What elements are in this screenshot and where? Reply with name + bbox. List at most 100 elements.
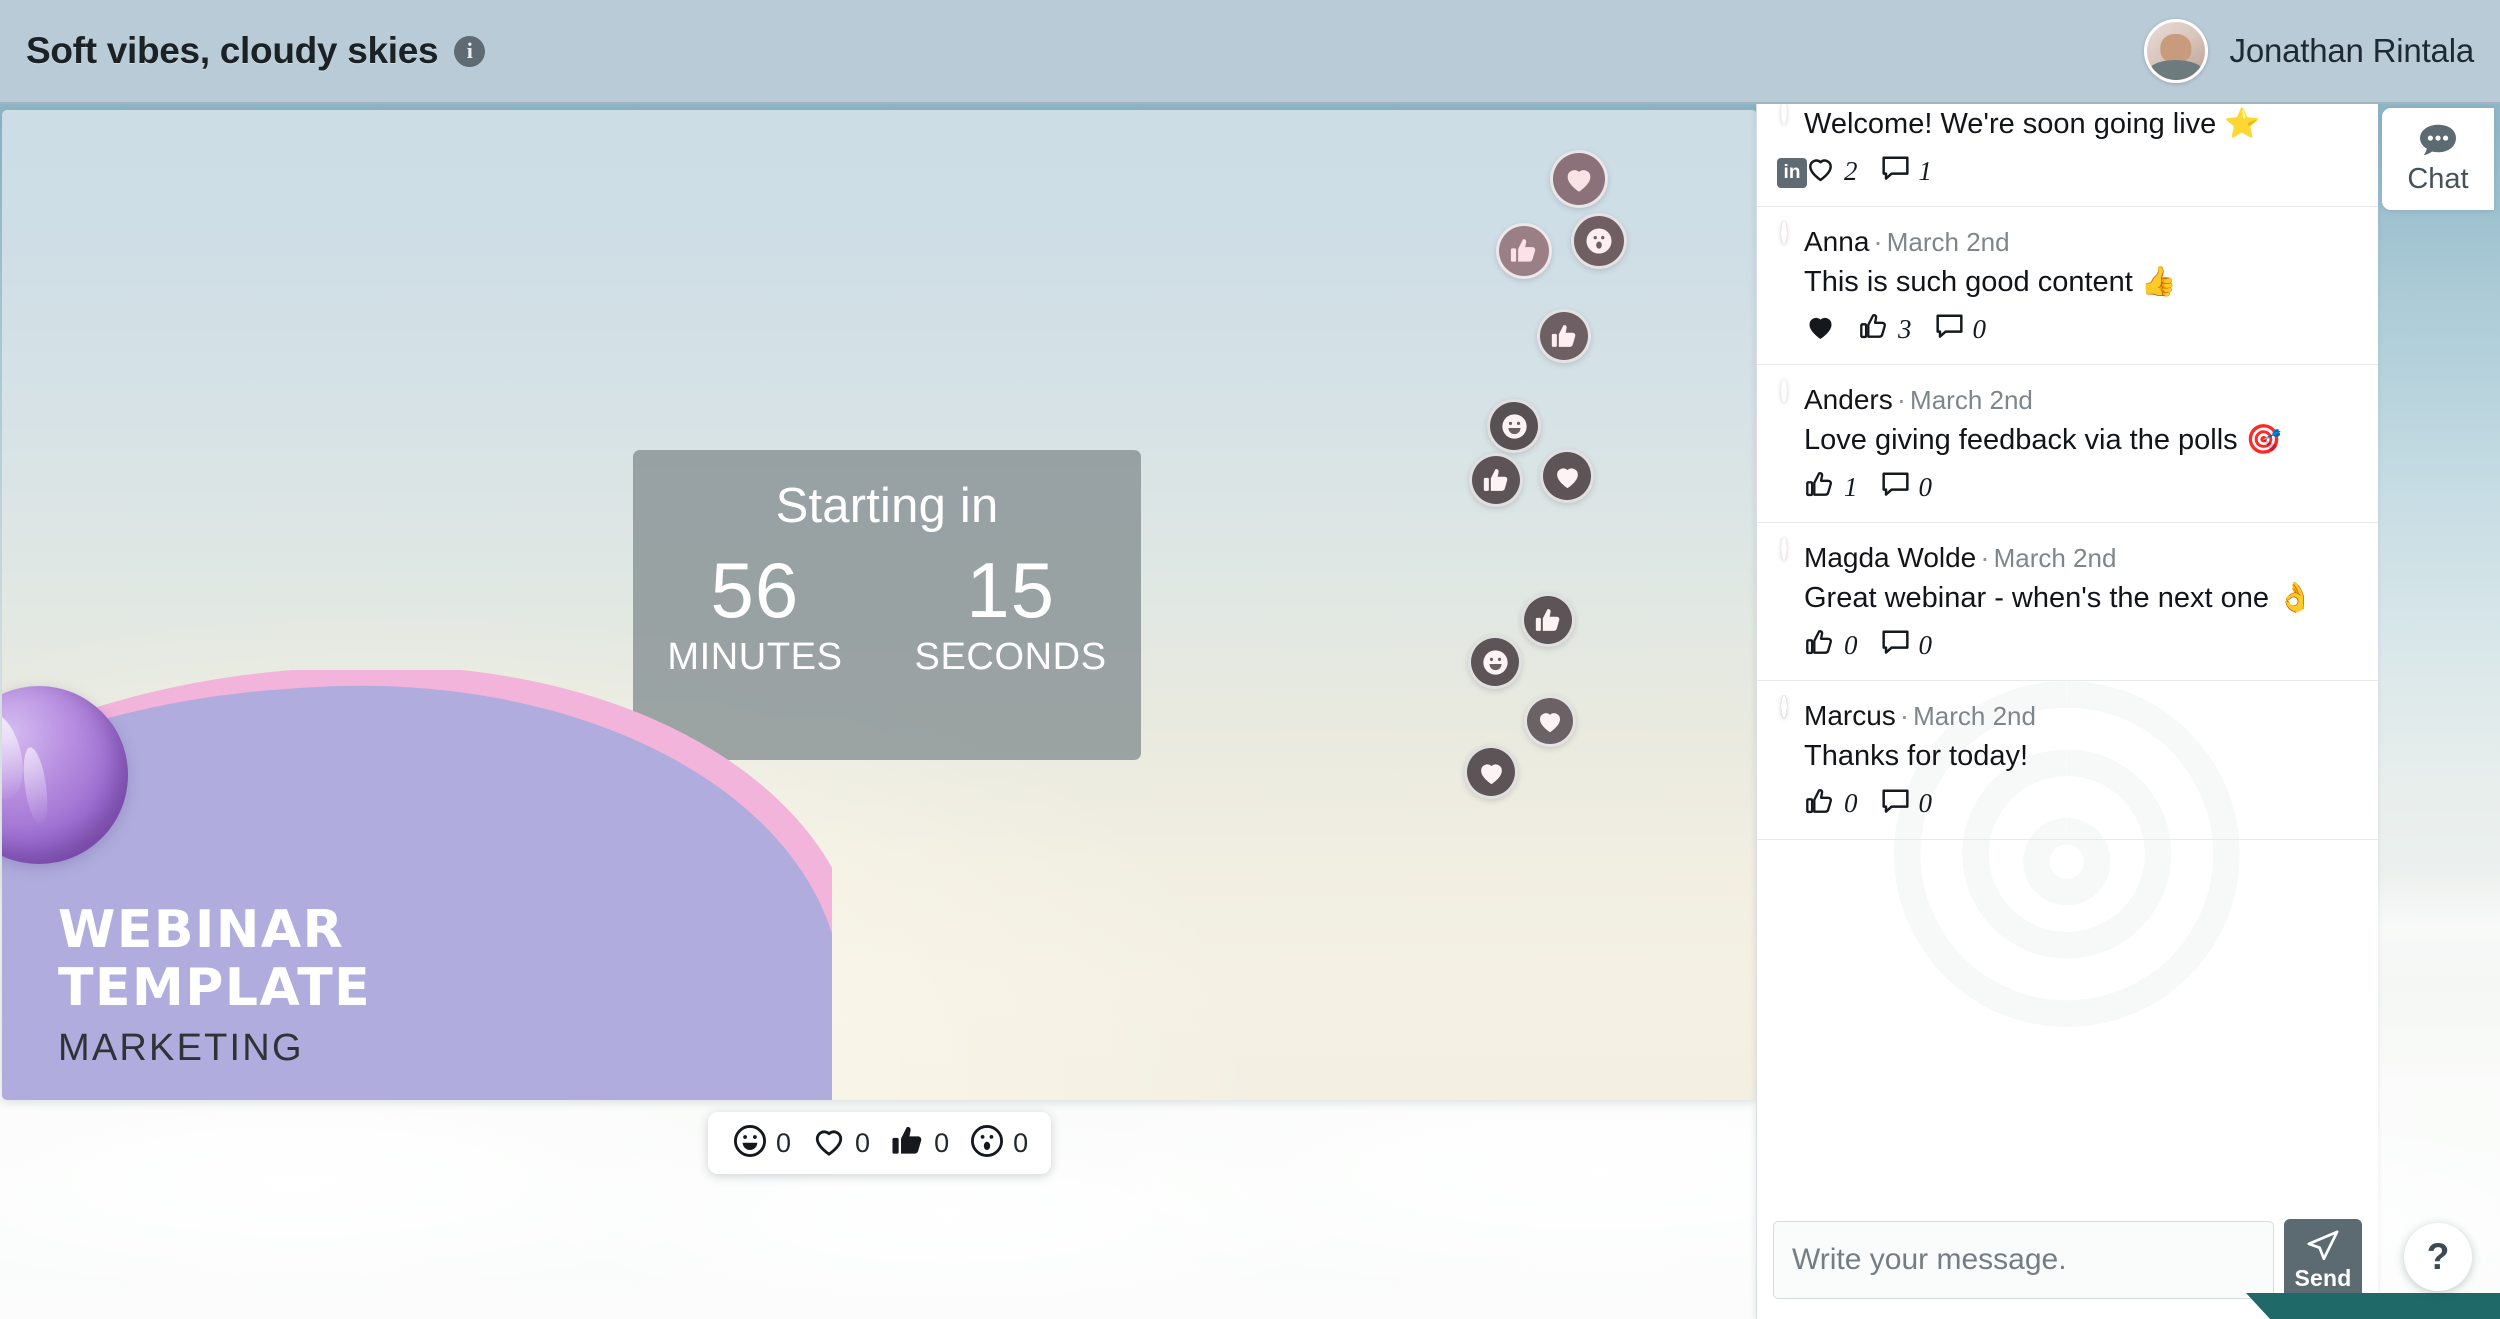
top-bar: Soft vibes, cloudy skies i Jonathan Rint… xyxy=(0,0,2500,104)
chat-date: March 2nd xyxy=(1886,227,2010,258)
thumbsup-outline-icon xyxy=(1858,310,1891,348)
countdown-minutes: 56 MINUTES xyxy=(667,546,843,679)
title-group: Soft vibes, cloudy skies i xyxy=(26,30,486,72)
chat-message-text: Love giving feedback via the polls 🎯 xyxy=(1804,424,2282,457)
chat-reaction-comment[interactable]: 0 xyxy=(1879,468,1932,506)
reaction-count: 0 xyxy=(934,1127,950,1158)
chat-message-text: Great webinar - when's the next one 👌 xyxy=(1804,582,2314,615)
chat-message-actions: 1 0 xyxy=(1804,468,2358,506)
reaction-count: 0 xyxy=(776,1127,792,1158)
page-title: Soft vibes, cloudy skies xyxy=(26,30,439,71)
chat-message-body: Magda Wolde · March 2nd Great webinar - wh… xyxy=(1804,540,2358,664)
heart-outline-icon xyxy=(1804,152,1837,190)
avatar xyxy=(1781,695,1787,719)
chat-message-actions: 0 0 xyxy=(1804,785,2358,823)
chat-reaction-thumbsup-outline[interactable]: 0 xyxy=(1804,626,1858,664)
chat-reaction-comment[interactable]: 0 xyxy=(1933,310,1987,348)
chat-reaction-thumbsup-outline[interactable]: 3 xyxy=(1858,310,1912,348)
countdown-minutes-value: 56 xyxy=(710,546,800,634)
chat-avatar-wrap xyxy=(1781,537,1787,664)
comment-icon xyxy=(1879,152,1912,190)
avatar xyxy=(2143,19,2208,83)
avatar xyxy=(1781,379,1787,403)
chat-reaction-thumbsup-outline[interactable]: 0 xyxy=(1804,785,1858,823)
chat-reaction-comment[interactable]: 1 xyxy=(1879,152,1932,190)
countdown-seconds-label: SECONDS xyxy=(914,635,1107,678)
reaction-count: 0 xyxy=(1844,629,1858,660)
comment-icon xyxy=(1879,626,1912,664)
countdown-minutes-label: MINUTES xyxy=(667,635,843,678)
info-icon[interactable]: i xyxy=(454,35,486,67)
chat-date: March 2nd xyxy=(1913,701,2036,732)
chat-message-text: Thanks for today! xyxy=(1804,740,2029,773)
chat-message: Anders · March 2nd Love giving feedback vi… xyxy=(1757,365,2378,524)
reaction-count: 3 xyxy=(1898,313,1912,344)
chat-avatar-wrap xyxy=(1781,221,1787,348)
chat-message-input[interactable] xyxy=(1773,1221,2274,1299)
chat-author: Anders xyxy=(1804,384,1893,416)
reaction-button-wow[interactable]: 0 xyxy=(962,1120,1034,1167)
countdown-lead: Starting in xyxy=(775,479,999,533)
chat-author: Anna xyxy=(1804,226,1870,258)
chat-message: Marcus · March 2nd Thanks for today! 0 0 xyxy=(1757,681,2378,840)
chat-message-header: Anders · March 2nd xyxy=(1804,384,2033,416)
chat-message-text: This is such good content 👍 xyxy=(1804,266,2178,299)
chat-message-list[interactable]: in Welcome! We're soon going live ⭐ 2 1 xyxy=(1757,104,2378,1205)
thumbsup-icon xyxy=(889,1122,927,1165)
chat-reaction-thumbsup-outline[interactable]: 1 xyxy=(1804,468,1858,506)
heart-filled-icon xyxy=(1804,310,1837,348)
user-name: Jonathan Rintala xyxy=(2229,32,2475,69)
webinar-app: Soft vibes, cloudy skies i Jonathan Rint… xyxy=(0,0,2500,1319)
chat-message-actions: 0 0 xyxy=(1804,626,2358,664)
comment-icon xyxy=(1879,785,1912,823)
chat-date: March 2nd xyxy=(1910,385,2033,416)
avatar xyxy=(1781,537,1787,561)
linkedin-badge-icon: in xyxy=(1777,158,1807,189)
reaction-count: 0 xyxy=(1844,788,1858,819)
chat-message-body: Welcome! We're soon going live ⭐ 2 1 xyxy=(1804,104,2358,190)
reaction-button-heart[interactable]: 0 xyxy=(804,1120,876,1167)
chat-message-actions: 3 0 xyxy=(1804,310,2358,348)
thumbsup-outline-icon xyxy=(1804,468,1837,506)
wow-icon xyxy=(968,1122,1006,1165)
thumbsup-outline-icon xyxy=(1804,785,1837,823)
smiley-icon xyxy=(731,1122,769,1165)
reaction-count: 0 xyxy=(1918,629,1933,660)
chat-reaction-comment[interactable]: 0 xyxy=(1879,626,1933,664)
chat-message: Magda Wolde · March 2nd Great webinar - wh… xyxy=(1757,523,2378,682)
reaction-count: 0 xyxy=(1972,313,1987,344)
chat-message-body: Anders · March 2nd Love giving feedback vi… xyxy=(1804,382,2358,506)
tab-chat-label: Chat xyxy=(2407,163,2469,195)
chat-message-header: Anna · March 2nd xyxy=(1804,226,2010,258)
chat-avatar-wrap: in xyxy=(1777,104,1807,190)
tab-chat[interactable]: Chat xyxy=(2382,108,2494,210)
countdown-seconds-value: 15 xyxy=(966,546,1055,634)
reaction-button-thumbsup[interactable]: 0 xyxy=(883,1120,955,1167)
presentation-stage: Starting in 56 MINUTES 15 SECONDS WEBINA… xyxy=(2,110,1757,1100)
user-menu[interactable]: Jonathan Rintala xyxy=(2143,19,2475,83)
send-paper-plane-icon xyxy=(2307,1229,2339,1260)
chat-message-text: Welcome! We're soon going live ⭐ xyxy=(1804,108,2261,140)
chat-message-body: Marcus · March 2nd Thanks for today! 0 0 xyxy=(1804,698,2358,822)
reaction-count: 0 xyxy=(1918,788,1933,819)
chat-message-header: Marcus · March 2nd xyxy=(1804,700,2036,732)
send-button[interactable]: Send xyxy=(2284,1219,2362,1301)
avatar xyxy=(1781,104,1787,124)
reaction-toolbar[interactable]: 0 0 0 0 xyxy=(708,1112,1052,1174)
chat-date: March 2nd xyxy=(1993,543,2117,574)
chat-panel: in Welcome! We're soon going live ⭐ 2 1 xyxy=(1756,104,2378,1319)
reaction-count: 2 xyxy=(1844,155,1858,186)
chat-reaction-comment[interactable]: 0 xyxy=(1879,785,1933,823)
chat-reaction-heart-outline[interactable]: 2 xyxy=(1804,152,1858,190)
chat-message: Anna · March 2nd This is such good content… xyxy=(1757,207,2378,366)
chat-message-body: Anna · March 2nd This is such good content… xyxy=(1804,224,2358,348)
reaction-button-smiley[interactable]: 0 xyxy=(725,1120,797,1167)
comment-icon xyxy=(1879,468,1912,506)
chat-bubble-icon xyxy=(2420,124,2456,156)
countdown-seconds: 15 SECONDS xyxy=(914,546,1107,679)
countdown-columns: 56 MINUTES 15 SECONDS xyxy=(667,546,1107,679)
help-button[interactable]: ? xyxy=(2404,1223,2472,1291)
chat-reaction-heart-filled[interactable] xyxy=(1804,310,1837,348)
heart-icon xyxy=(810,1122,848,1165)
chat-author: Marcus xyxy=(1804,700,1896,732)
